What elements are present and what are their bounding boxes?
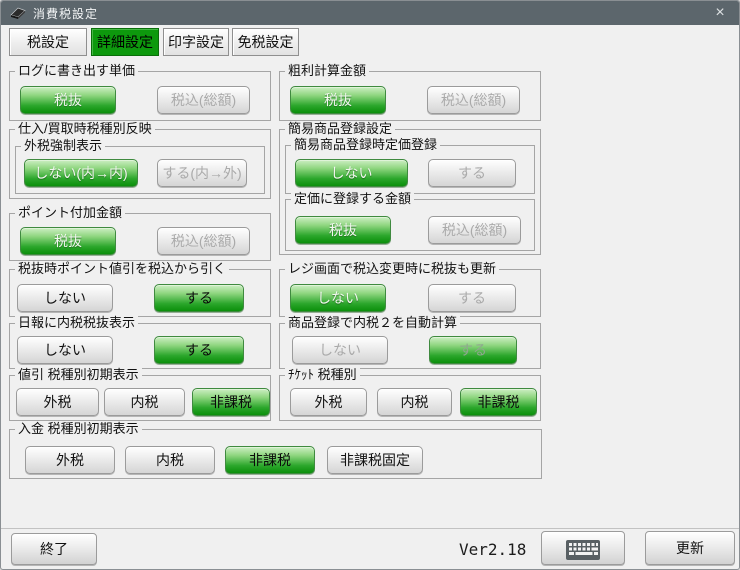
daily-report-no-button[interactable]: しない xyxy=(17,336,113,364)
discount-internal-tax-button[interactable]: 内税 xyxy=(104,388,185,416)
deposit-external-tax-button[interactable]: 外税 xyxy=(25,446,115,474)
log-unit-tax-included-button[interactable]: 税込(総額) xyxy=(157,86,250,114)
auto-calc-yes-button[interactable]: する xyxy=(429,336,517,364)
footer-divider xyxy=(1,528,739,529)
group-ticket-tax-type: ﾁｹｯﾄ 税種別 外税 内税 非課税 xyxy=(279,375,541,421)
group-label: 簡易商品登録設定 xyxy=(285,121,395,136)
group-deposit-tax-type: 入金 税種別初期表示 外税 内税 非課税 非課税固定 xyxy=(9,429,542,479)
group-discount-tax-type: 値引 税種別初期表示 外税 内税 非課税 xyxy=(9,375,271,421)
group-point-discount-from-included: 税抜時ポイント値引を税込から引く しない する xyxy=(9,269,271,317)
window-title: 消費税設定 xyxy=(33,5,98,22)
group-label: 仕入/買取時税種別反映 xyxy=(15,121,155,136)
register-update-yes-button[interactable]: する xyxy=(428,284,516,312)
gross-profit-tax-excluded-button[interactable]: 税抜 xyxy=(290,86,386,114)
group-label: 簡易商品登録時定価登録 xyxy=(291,137,440,152)
point-add-tax-included-button[interactable]: 税込(総額) xyxy=(157,227,250,255)
list-price-tax-included-button[interactable]: 税込(総額) xyxy=(428,216,521,244)
exit-button[interactable]: 終了 xyxy=(11,533,97,565)
list-price-tax-excluded-button[interactable]: 税抜 xyxy=(295,216,391,244)
group-gross-profit-amount: 粗利計算金額 税抜 税込(総額) xyxy=(279,71,541,121)
discount-external-tax-button[interactable]: 外税 xyxy=(16,388,99,416)
group-simple-reg-list-price: 簡易商品登録時定価登録 しない する xyxy=(285,145,535,194)
tab-tax-settings[interactable]: 税設定 xyxy=(9,28,87,56)
auto-calc-no-button[interactable]: しない xyxy=(292,336,388,364)
deposit-tax-free-fixed-button[interactable]: 非課税固定 xyxy=(327,446,423,474)
discount-tax-free-button[interactable]: 非課税 xyxy=(192,388,270,416)
tab-detail-settings[interactable]: 詳細設定 xyxy=(91,28,159,56)
log-unit-tax-excluded-button[interactable]: 税抜 xyxy=(20,86,116,114)
group-label: ﾁｹｯﾄ 税種別 xyxy=(285,367,360,382)
ticket-external-tax-button[interactable]: 外税 xyxy=(290,388,367,416)
group-forced-external-tax: 外税強制表示 しない(内→内) する(内→外) xyxy=(15,146,265,194)
point-add-tax-excluded-button[interactable]: 税抜 xyxy=(20,227,116,255)
simple-reg-yes-button[interactable]: する xyxy=(428,159,516,187)
group-purchase-tax-reflect: 仕入/買取時税種別反映 外税強制表示 しない(内→内) する(内→外) xyxy=(9,129,271,199)
group-label: 外税強制表示 xyxy=(21,138,105,153)
group-label: 粗利計算金額 xyxy=(285,63,369,78)
forced-external-no-button[interactable]: しない(内→内) xyxy=(24,159,138,187)
gross-profit-tax-included-button[interactable]: 税込(総額) xyxy=(427,86,520,114)
point-discount-no-button[interactable]: しない xyxy=(17,284,113,312)
tab-exempt-settings[interactable]: 免税設定 xyxy=(232,28,299,56)
keyboard-button[interactable] xyxy=(541,531,625,565)
daily-report-yes-button[interactable]: する xyxy=(154,336,244,364)
group-label: 入金 税種別初期表示 xyxy=(15,421,142,436)
group-point-addition-amount: ポイント付加金額 税抜 税込(総額) xyxy=(9,213,271,261)
titlebar: 消費税設定 × xyxy=(1,1,739,25)
group-log-unit-price: ログに書き出す単価 税抜 税込(総額) xyxy=(9,71,271,121)
group-label: 値引 税種別初期表示 xyxy=(15,367,142,382)
group-simple-product-registration: 簡易商品登録設定 簡易商品登録時定価登録 しない する 定価に登録する金額 税抜… xyxy=(279,129,541,255)
pos-terminal-icon xyxy=(9,5,27,21)
point-discount-yes-button[interactable]: する xyxy=(154,284,244,312)
group-label: ログに書き出す単価 xyxy=(15,63,138,78)
group-label: レジ画面で税込変更時に税抜も更新 xyxy=(285,261,499,276)
group-label: 税抜時ポイント値引を税込から引く xyxy=(15,261,229,276)
group-daily-report-display: 日報に内税税抜表示 しない する xyxy=(9,323,271,369)
ticket-tax-free-button[interactable]: 非課税 xyxy=(460,388,537,416)
group-label: 日報に内税税抜表示 xyxy=(15,315,138,330)
register-update-no-button[interactable]: しない xyxy=(290,284,386,312)
group-register-update-excluded: レジ画面で税込変更時に税抜も更新 しない する xyxy=(279,269,541,317)
keyboard-icon xyxy=(565,538,601,562)
deposit-internal-tax-button[interactable]: 内税 xyxy=(125,446,215,474)
simple-reg-no-button[interactable]: しない xyxy=(295,159,408,187)
tab-print-settings[interactable]: 印字設定 xyxy=(163,28,229,56)
group-label: 定価に登録する金額 xyxy=(291,191,414,206)
update-button[interactable]: 更新 xyxy=(645,531,735,565)
ticket-internal-tax-button[interactable]: 内税 xyxy=(377,388,452,416)
group-list-price-amount: 定価に登録する金額 税抜 税込(総額) xyxy=(285,199,535,251)
version-label: Ver2.18 xyxy=(459,540,526,559)
group-label: 商品登録で内税２を自動計算 xyxy=(285,315,460,330)
group-auto-calc-internal-tax2: 商品登録で内税２を自動計算 しない する xyxy=(279,323,541,369)
close-icon[interactable]: × xyxy=(709,5,731,21)
deposit-tax-free-button[interactable]: 非課税 xyxy=(225,446,315,474)
forced-external-yes-button[interactable]: する(内→外) xyxy=(157,159,247,187)
group-label: ポイント付加金額 xyxy=(15,205,125,220)
consumption-tax-settings-dialog: 消費税設定 × 税設定 詳細設定 印字設定 免税設定 ログに書き出す単価 税抜 … xyxy=(0,0,740,570)
